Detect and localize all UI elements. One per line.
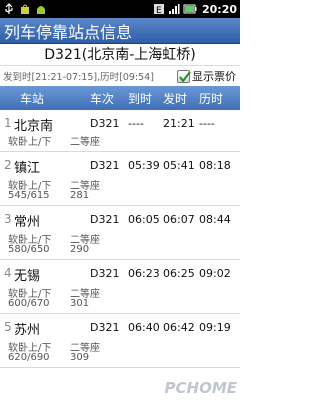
train-number: D321 <box>90 213 120 226</box>
duration: 08:18 <box>199 159 231 172</box>
duration: 09:19 <box>199 321 231 334</box>
col-duration: 历时 <box>199 91 224 106</box>
android-icon <box>35 3 47 15</box>
clock: 20:20 <box>201 2 237 16</box>
show-price-toggle[interactable]: 显示票价 <box>177 68 240 84</box>
station-name: 镇江 <box>14 161 41 176</box>
column-header: 车站 车次 到时 发时 历时 <box>0 86 240 110</box>
info-row: 发到时[21:21-07:15],历时[09:54] 显示票价 <box>0 66 240 86</box>
price-sleeper: 580/650 <box>8 244 50 255</box>
station-name: 无锡 <box>14 269 41 284</box>
train-number: D321 <box>90 267 120 280</box>
depart-time: 06:42 <box>163 321 195 334</box>
usb-icon <box>3 3 15 15</box>
e-signal-icon: E <box>153 3 165 15</box>
signal-icon <box>168 3 180 15</box>
station-index: 4 <box>4 266 12 280</box>
station-name: 北京南 <box>14 119 54 134</box>
station-index: 2 <box>4 158 12 172</box>
duration: 09:02 <box>199 267 231 280</box>
station-row[interactable]: 5 苏州 D321 06:40 06:42 09:19 软卧上/下 二等座 62… <box>0 314 240 368</box>
bag-icon <box>19 3 31 15</box>
price-sleeper: 545/615 <box>8 190 50 201</box>
price-sleeper: 600/670 <box>8 298 50 309</box>
arrive-time: ---- <box>128 117 144 130</box>
station-row[interactable]: 4 无锡 D321 06:23 06:25 09:02 软卧上/下 二等座 60… <box>0 260 240 314</box>
duration: ---- <box>199 117 215 130</box>
station-list: 1 北京南 D321 ---- 21:21 ---- 软卧上/下 二等座 2 镇… <box>0 110 240 368</box>
station-index: 1 <box>4 116 12 130</box>
station-index: 5 <box>4 320 12 334</box>
station-name: 常州 <box>14 215 41 230</box>
arrive-time: 05:39 <box>128 159 160 172</box>
depart-time: 06:25 <box>163 267 195 280</box>
station-row[interactable]: 3 常州 D321 06:05 06:07 08:44 软卧上/下 二等座 58… <box>0 206 240 260</box>
station-row[interactable]: 2 镇江 D321 05:39 05:41 08:18 软卧上/下 二等座 54… <box>0 152 240 206</box>
train-number: D321 <box>90 321 120 334</box>
seat-type-second: 二等座 <box>70 137 100 148</box>
price-second: 290 <box>70 244 90 255</box>
price-second: 281 <box>70 190 90 201</box>
station-name: 苏州 <box>14 323 41 338</box>
station-row[interactable]: 1 北京南 D321 ---- 21:21 ---- 软卧上/下 二等座 <box>0 110 240 152</box>
depart-time: 05:41 <box>163 159 195 172</box>
depart-time: 21:21 <box>163 117 195 130</box>
app-title: 列车停靠站点信息 <box>0 18 240 44</box>
travel-time-info: 发到时[21:21-07:15],历时[09:54] <box>3 72 154 83</box>
price-second: 301 <box>70 298 90 309</box>
battery-icon <box>183 3 197 15</box>
duration: 08:44 <box>199 213 231 226</box>
col-depart: 发时 <box>163 91 188 106</box>
station-index: 3 <box>4 212 12 226</box>
depart-time: 06:07 <box>163 213 195 226</box>
train-number: D321 <box>90 159 120 172</box>
show-price-label: 显示票价 <box>192 70 236 83</box>
train-number: D321 <box>90 117 120 130</box>
col-station: 车站 <box>20 91 45 106</box>
seat-type-sleeper: 软卧上/下 <box>8 137 52 148</box>
arrive-time: 06:05 <box>128 213 160 226</box>
col-arrive: 到时 <box>128 91 153 106</box>
svg-text:E: E <box>156 6 162 15</box>
col-train: 车次 <box>90 91 115 106</box>
arrive-time: 06:40 <box>128 321 160 334</box>
arrive-time: 06:23 <box>128 267 160 280</box>
watermark-logo: PCHOME <box>164 379 237 397</box>
status-bar: E 20:20 <box>0 0 240 18</box>
price-sleeper: 620/690 <box>8 352 50 363</box>
price-second: 309 <box>70 352 90 363</box>
show-price-checkbox[interactable] <box>177 69 191 83</box>
train-header: D321(北京南-上海虹桥) <box>0 44 240 66</box>
